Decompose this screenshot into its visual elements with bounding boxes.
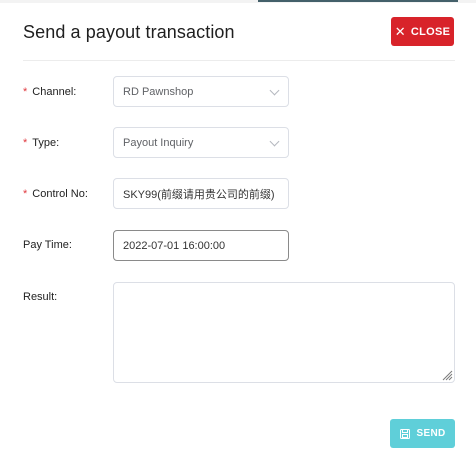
required-marker: * — [23, 137, 28, 149]
channel-label: * Channel: — [23, 86, 77, 98]
close-button[interactable]: ✕ CLOSE — [391, 17, 454, 46]
resize-handle-icon[interactable] — [441, 369, 453, 381]
channel-select[interactable]: RD Pawnshop — [113, 76, 289, 107]
type-label: * Type: — [23, 137, 60, 149]
result-label: Result: — [23, 291, 58, 303]
header-divider — [23, 60, 455, 61]
pay-time-input[interactable]: 2022-07-01 16:00:00 — [113, 230, 289, 261]
save-icon — [399, 428, 410, 439]
type-select[interactable]: Payout Inquiry — [113, 127, 289, 158]
control-no-input[interactable]: SKY99(前缀请用贵公司的前缀) — [113, 178, 289, 209]
type-value: Payout Inquiry — [123, 136, 194, 149]
control-no-label: * Control No: — [23, 188, 88, 200]
required-marker: * — [23, 86, 28, 98]
chevron-down-icon — [269, 136, 280, 147]
pay-time-value: 2022-07-01 16:00:00 — [123, 239, 226, 252]
dialog-title: Send a payout transaction — [23, 22, 235, 42]
chevron-down-icon — [269, 85, 280, 96]
required-marker: * — [23, 188, 28, 200]
result-textarea[interactable] — [113, 282, 455, 383]
channel-value: RD Pawnshop — [123, 85, 194, 98]
close-label: CLOSE — [410, 25, 451, 38]
pay-time-label: Pay Time: — [23, 239, 72, 251]
close-icon: ✕ — [394, 24, 406, 39]
send-label: SEND — [416, 428, 446, 439]
send-button[interactable]: SEND — [390, 419, 455, 448]
top-accent-line — [258, 0, 458, 2]
control-no-value: SKY99(前缀请用贵公司的前缀) — [123, 188, 275, 201]
